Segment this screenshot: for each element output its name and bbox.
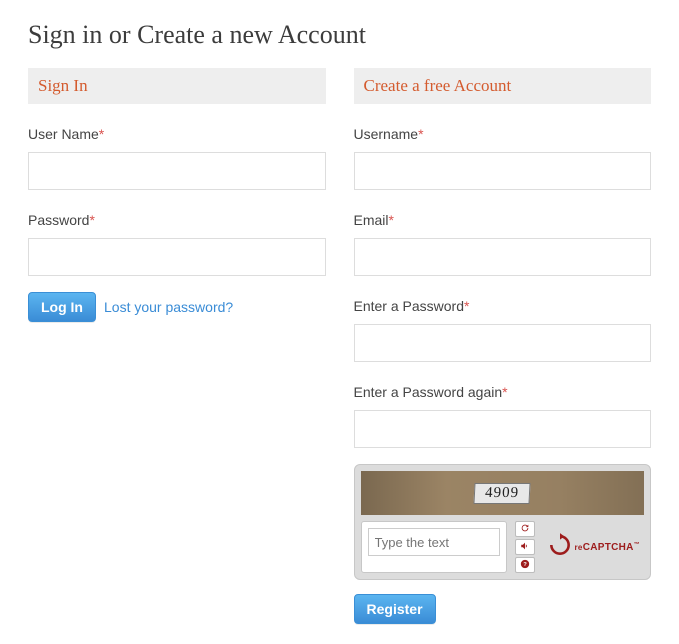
- register-button[interactable]: Register: [354, 594, 436, 624]
- help-icon: ?: [520, 556, 530, 574]
- required-marker: *: [99, 126, 104, 142]
- register-password2-input[interactable]: [354, 410, 652, 448]
- register-column: Create a free Account Username* Email* E…: [354, 68, 652, 624]
- captcha-input-wrap: [361, 521, 507, 573]
- required-marker: *: [389, 212, 394, 228]
- captcha-challenge-image: 4909: [361, 471, 645, 515]
- refresh-icon: [520, 520, 530, 538]
- signin-username-label: User Name*: [28, 126, 326, 142]
- recaptcha-swirl-icon: [547, 532, 573, 563]
- captcha-reload-button[interactable]: [515, 521, 535, 537]
- audio-icon: [520, 538, 530, 556]
- register-password2-label: Enter a Password again*: [354, 384, 652, 400]
- recaptcha-brand-text: reCAPTCHA™: [575, 542, 640, 553]
- captcha-response-input[interactable]: [368, 528, 500, 556]
- label-text: Username: [354, 126, 419, 142]
- columns: Sign In User Name* Password* Log In Lost…: [28, 68, 651, 624]
- register-email-input[interactable]: [354, 238, 652, 276]
- register-header: Create a free Account: [354, 68, 652, 104]
- recaptcha-widget: 4909: [354, 464, 652, 580]
- register-username-label: Username*: [354, 126, 652, 142]
- label-text: Enter a Password: [354, 298, 465, 314]
- required-marker: *: [89, 212, 94, 228]
- required-marker: *: [464, 298, 469, 314]
- register-password-label: Enter a Password*: [354, 298, 652, 314]
- page-title: Sign in or Create a new Account: [28, 20, 651, 50]
- required-marker: *: [418, 126, 423, 142]
- signin-password-input[interactable]: [28, 238, 326, 276]
- signin-header: Sign In: [28, 68, 326, 104]
- signin-column: Sign In User Name* Password* Log In Lost…: [28, 68, 326, 624]
- recaptcha-logo: reCAPTCHA™: [543, 521, 644, 573]
- signin-username-input[interactable]: [28, 152, 326, 190]
- register-password-input[interactable]: [354, 324, 652, 362]
- register-email-label: Email*: [354, 212, 652, 228]
- required-marker: *: [502, 384, 507, 400]
- captcha-buttons: ?: [515, 521, 535, 573]
- captcha-audio-button[interactable]: [515, 539, 535, 555]
- signin-actions: Log In Lost your password?: [28, 292, 326, 322]
- label-text: Enter a Password again: [354, 384, 503, 400]
- captcha-controls-row: ? reCAPTCHA™: [361, 521, 645, 573]
- register-username-input[interactable]: [354, 152, 652, 190]
- label-text: Password: [28, 212, 89, 228]
- captcha-help-button[interactable]: ?: [515, 557, 535, 573]
- captcha-challenge-text: 4909: [474, 483, 531, 504]
- label-text: Email: [354, 212, 389, 228]
- label-text: User Name: [28, 126, 99, 142]
- svg-text:?: ?: [523, 562, 527, 568]
- lost-password-link[interactable]: Lost your password?: [104, 299, 233, 315]
- signin-password-label: Password*: [28, 212, 326, 228]
- login-button[interactable]: Log In: [28, 292, 96, 322]
